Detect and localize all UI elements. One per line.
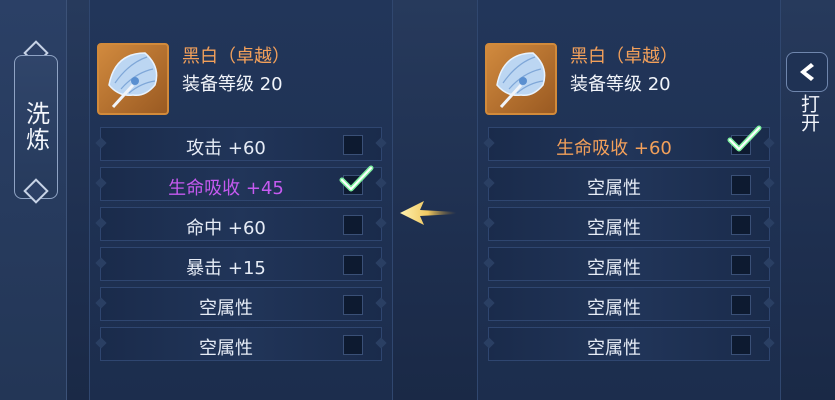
attribute-text: 空属性 <box>587 298 641 319</box>
checkmark-icon <box>339 165 374 192</box>
right-equipment-panel: 黑白（卓越） 装备等级 20 生命吸收 +60 空属性 空属性 空属性 空属性 空属性 <box>477 0 781 400</box>
attribute-row: 空属性 <box>488 287 770 321</box>
umbrella-item-icon[interactable] <box>97 43 169 115</box>
chevron-left-icon <box>800 63 814 81</box>
attribute-lock-checkbox[interactable] <box>731 295 751 315</box>
attribute-row: 暴击 +15 <box>100 247 382 281</box>
attribute-row: 空属性 <box>488 327 770 361</box>
attribute-lock-checkbox[interactable] <box>731 175 751 195</box>
attribute-text: 空属性 <box>199 298 253 319</box>
attribute-text: 暴击 +15 <box>186 258 266 279</box>
left-equipment-panel: 黑白（卓越） 装备等级 20 攻击 +60 生命吸收 +45 命中 +60 暴击 +1… <box>89 0 393 400</box>
attribute-text: 空属性 <box>587 218 641 239</box>
sidebar: 洗炼 <box>0 0 67 400</box>
attribute-text: 空属性 <box>587 258 641 279</box>
item-level: 装备等级 20 <box>182 74 283 95</box>
attribute-row: 攻击 +60 <box>100 127 382 161</box>
tab-refine-label: 洗炼 <box>21 101 50 153</box>
attribute-text: 空属性 <box>587 178 641 199</box>
attribute-lock-checkbox[interactable] <box>731 335 751 355</box>
attribute-lock-checkbox[interactable] <box>727 125 762 155</box>
attribute-row: 空属性 <box>488 247 770 281</box>
attribute-text: 攻击 +60 <box>186 138 266 159</box>
attribute-lock-checkbox[interactable] <box>343 295 363 315</box>
item-name: 黑白（卓越） <box>570 46 678 67</box>
open-button[interactable] <box>786 52 828 92</box>
attribute-row: 命中 +60 <box>100 207 382 241</box>
attribute-row: 空属性 <box>488 167 770 201</box>
open-button-label: 打开 <box>798 94 820 132</box>
attribute-row: 空属性 <box>100 287 382 321</box>
attribute-lock-checkbox[interactable] <box>731 215 751 235</box>
attribute-row: 生命吸收 +45 <box>100 165 382 201</box>
transfer-arrow-left-icon[interactable] <box>398 196 458 230</box>
attribute-text: 空属性 <box>199 338 253 359</box>
item-level: 装备等级 20 <box>570 74 671 95</box>
attribute-lock-checkbox[interactable] <box>343 135 363 155</box>
umbrella-item-icon[interactable] <box>485 43 557 115</box>
attribute-text: 空属性 <box>587 338 641 359</box>
item-name: 黑白（卓越） <box>182 46 290 67</box>
attribute-lock-checkbox[interactable] <box>343 215 363 235</box>
attribute-lock-checkbox[interactable] <box>343 335 363 355</box>
attribute-text: 生命吸收 +60 <box>556 138 672 159</box>
attribute-lock-checkbox[interactable] <box>343 255 363 275</box>
checkmark-icon <box>727 125 762 152</box>
attribute-text: 生命吸收 +45 <box>168 178 284 199</box>
attribute-row: 空属性 <box>100 327 382 361</box>
attribute-lock-checkbox[interactable] <box>731 255 751 275</box>
attribute-lock-checkbox[interactable] <box>339 165 374 195</box>
attribute-row: 空属性 <box>488 207 770 241</box>
attribute-text: 命中 +60 <box>186 218 266 239</box>
attribute-row: 生命吸收 +60 <box>488 125 770 161</box>
